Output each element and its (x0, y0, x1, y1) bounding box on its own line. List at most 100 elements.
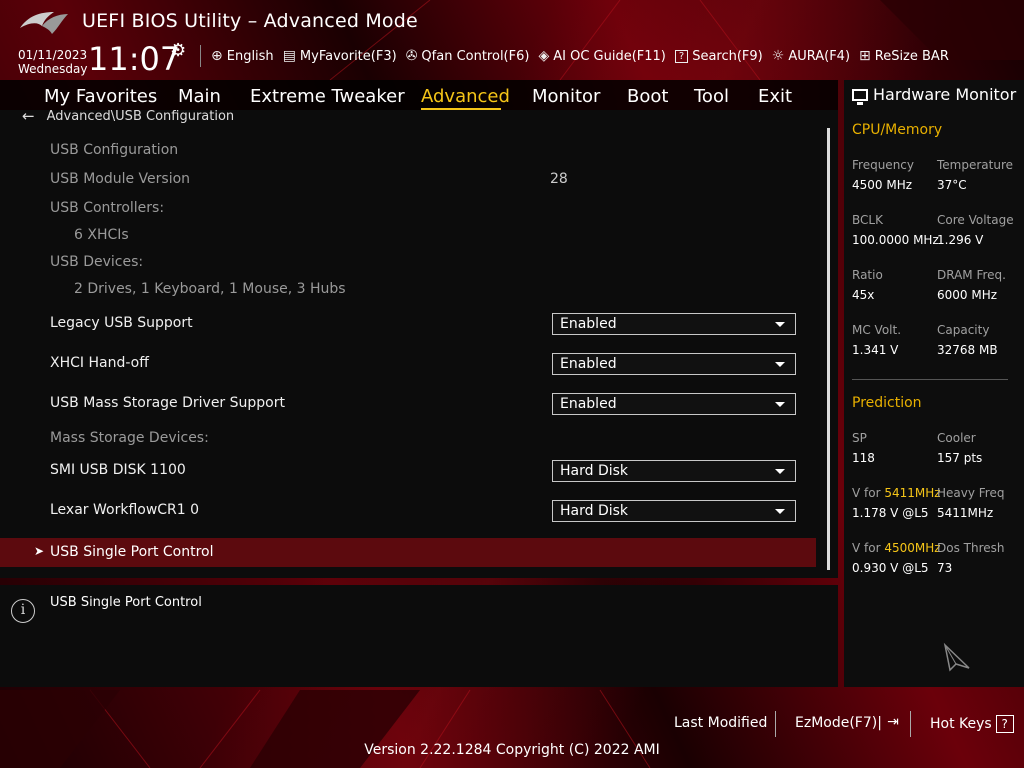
cooler-value: 157 pts (937, 451, 983, 465)
exit-arrow-icon: ⇥ (887, 714, 899, 730)
breadcrumb-path: Advanced\USB Configuration (46, 108, 235, 124)
window-title: UEFI BIOS Utility – Advanced Mode (82, 10, 418, 32)
dram-freq-label: DRAM Freq. (937, 268, 1006, 282)
toolbar-qfan[interactable]: ✇ Qfan Control(F6) (406, 48, 530, 64)
cooler-label: Cooler (937, 431, 976, 445)
lexar-workflow-label: Lexar WorkflowCR1 0 (50, 502, 200, 518)
dropdown-value: Enabled (560, 396, 617, 412)
toolbar-aura[interactable]: ☼ AURA(F4) (772, 48, 850, 64)
favorite-icon: ▤ (282, 48, 296, 64)
v-for-freq: 4500MHz (884, 541, 941, 555)
toolbar-resize-bar[interactable]: ⊞ ReSize BAR (859, 48, 949, 64)
toolbar-label: Qfan Control(F6) (421, 48, 530, 64)
dram-freq-value: 6000 MHz (937, 288, 998, 302)
resize-bar-icon: ⊞ (859, 48, 871, 64)
capacity-label: Capacity (937, 323, 990, 337)
v-for-freq: 5411MHz (884, 486, 941, 500)
usb-single-port-control-label: USB Single Port Control (50, 544, 214, 560)
toolbar-search[interactable]: ? Search(F9) (674, 49, 763, 64)
usb-module-version-label: USB Module Version (50, 171, 191, 187)
hot-keys-button[interactable]: Hot Keys ? (930, 715, 1014, 733)
help-question-icon: ? (995, 715, 1014, 733)
hw-divider (852, 379, 1008, 380)
mouse-pointer-icon (943, 642, 970, 672)
ratio-label: Ratio (852, 268, 883, 282)
tab-my-favorites[interactable]: My Favorites (44, 86, 157, 107)
tab-exit[interactable]: Exit (758, 86, 792, 107)
heavy-freq-value: 5411MHz (937, 506, 994, 520)
settings-scrollbar[interactable] (827, 128, 830, 570)
day: Wednesday (18, 62, 88, 76)
sp-label: SP (852, 431, 867, 445)
gear-icon[interactable]: ⚙ (170, 40, 186, 61)
mc-volt-value: 1.341 V (852, 343, 899, 357)
v-for-prefix: V for (852, 541, 885, 555)
version-text: Version 2.22.1284 Copyright (C) 2022 AMI (364, 742, 660, 758)
toolbar-label: MyFavorite(F3) (299, 48, 397, 64)
date: 01/11/2023 (18, 48, 88, 62)
tab-advanced[interactable]: Advanced (421, 86, 510, 107)
toolbar-myfavorite[interactable]: ▤ MyFavorite(F3) (283, 48, 397, 64)
hot-keys-label: Hot Keys (930, 716, 992, 732)
usb-devices-label: USB Devices: (50, 254, 144, 270)
globe-icon: ⊕ (211, 48, 223, 64)
xhci-hand-off-dropdown[interactable]: Enabled (552, 353, 796, 375)
last-modified-button[interactable]: Last Modified (674, 715, 767, 731)
mass-storage-devices-label: Mass Storage Devices: (50, 430, 209, 446)
monitor-icon (852, 88, 868, 105)
mc-volt-label: MC Volt. (852, 323, 902, 337)
tab-extreme-tweaker[interactable]: Extreme Tweaker (250, 86, 405, 107)
usb-controllers-value: 6 XHCIs (74, 227, 129, 243)
capacity-value: 32768 MB (937, 343, 998, 357)
back-arrow-icon[interactable]: ← (22, 107, 35, 125)
sp-value: 118 (852, 451, 875, 465)
hardware-monitor-title: Hardware Monitor (852, 85, 1017, 105)
dropdown-value: Hard Disk (560, 503, 629, 519)
toolbar-label: AI OC Guide(F11) (553, 48, 666, 64)
smi-usb-disk-dropdown[interactable]: Hard Disk (552, 460, 796, 482)
xhci-hand-off-label: XHCI Hand-off (50, 355, 149, 371)
temperature-label: Temperature (937, 158, 1014, 172)
usb-single-port-control-item[interactable]: ➤ USB Single Port Control (0, 538, 816, 567)
legacy-usb-support-dropdown[interactable]: Enabled (552, 313, 796, 335)
dropdown-value: Enabled (560, 356, 617, 372)
toolbar-divider (200, 45, 201, 67)
search-icon: ? (674, 49, 689, 63)
temperature-value: 37°C (937, 178, 967, 192)
fan-icon: ✇ (405, 48, 418, 64)
tab-tool[interactable]: Tool (694, 86, 729, 107)
hardware-monitor-title-text: Hardware Monitor (873, 85, 1017, 104)
toolbar-label: ReSize BAR (874, 48, 949, 64)
tab-monitor[interactable]: Monitor (532, 86, 600, 107)
lexar-workflow-dropdown[interactable]: Hard Disk (552, 500, 796, 522)
usb-mass-storage-driver-label: USB Mass Storage Driver Support (50, 395, 285, 411)
footer-divider (775, 711, 776, 737)
v-for-dos-label: V for 4500MHz (852, 541, 941, 555)
v-for-dos-value: 0.930 V @L5 (852, 561, 929, 575)
v-for-heavy-label: V for 5411MHz (852, 486, 941, 500)
toolbar-language[interactable]: ⊕ English (211, 48, 274, 64)
dropdown-value: Hard Disk (560, 463, 629, 479)
dos-thresh-value: 73 (937, 561, 953, 575)
toolbar-label: AURA(F4) (788, 48, 851, 64)
toolbar: ⊕ English ▤ MyFavorite(F3) ✇ Qfan Contro… (198, 45, 958, 67)
toolbar-ai-oc-guide[interactable]: ◈ AI OC Guide(F11) (538, 48, 665, 64)
tab-main[interactable]: Main (178, 86, 221, 107)
ezmode-label: EzMode(F7)| (795, 715, 882, 731)
frequency-label: Frequency (852, 158, 914, 172)
heavy-freq-label: Heavy Freq (937, 486, 1005, 500)
ezmode-button[interactable]: EzMode(F7)| ⇥ (795, 715, 900, 731)
rog-logo (20, 12, 68, 34)
prediction-heading: Prediction (852, 395, 922, 411)
info-icon: i (11, 599, 35, 623)
aura-icon: ☼ (771, 48, 785, 64)
usb-mass-storage-driver-dropdown[interactable]: Enabled (552, 393, 796, 415)
caret-down-icon (775, 509, 785, 514)
core-voltage-value: 1.296 V (937, 233, 984, 247)
ai-chip-icon: ◈ (538, 48, 550, 64)
help-text: USB Single Port Control (50, 595, 202, 610)
tab-boot[interactable]: Boot (627, 86, 668, 107)
last-modified-label: Last Modified (674, 715, 768, 731)
caret-down-icon (775, 469, 785, 474)
frequency-value: 4500 MHz (852, 178, 913, 192)
